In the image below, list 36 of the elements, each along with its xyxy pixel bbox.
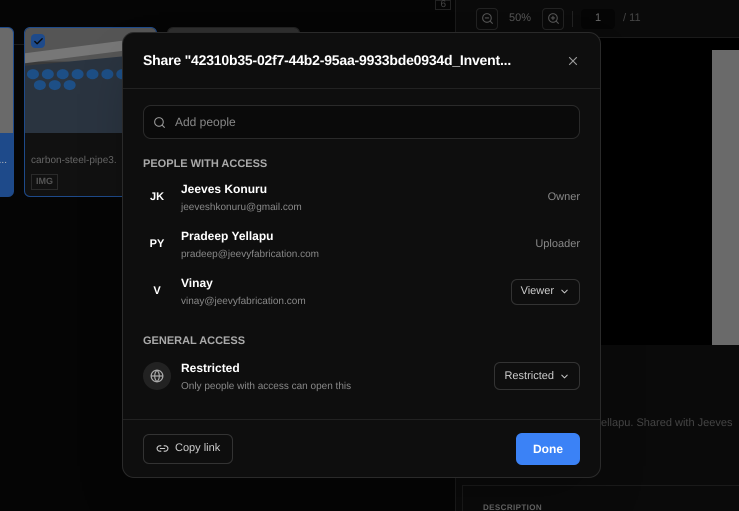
zoom-out-icon bbox=[480, 12, 494, 25]
section-heading: DESCRIPTION bbox=[483, 503, 542, 511]
access-title: Restricted bbox=[181, 360, 241, 376]
person-email: pradeep@jeevyfabrication.com bbox=[181, 248, 320, 262]
done-button[interactable]: Done bbox=[516, 432, 580, 464]
check-icon bbox=[32, 36, 44, 46]
avatar-initials: PY bbox=[148, 237, 166, 252]
copy-link-button[interactable]: Copy link bbox=[143, 434, 234, 464]
file-name: carbon-steel-pipe3. bbox=[31, 154, 117, 168]
globe-icon bbox=[143, 362, 171, 390]
access-description: Only people with access can open this bbox=[181, 380, 352, 394]
file-name: ... bbox=[0, 154, 7, 168]
person-email: vinay@jeevyfabrication.com bbox=[181, 295, 307, 309]
person-name: Pradeep Yellapu bbox=[181, 228, 274, 245]
access-dropdown[interactable]: Restricted bbox=[494, 362, 580, 390]
person-name: Jeeves Konuru bbox=[181, 181, 268, 198]
zoom-out-button[interactable] bbox=[476, 8, 498, 30]
role-label: Owner bbox=[548, 190, 580, 206]
file-type-tag: IMG bbox=[31, 174, 58, 190]
page-count: / 11 bbox=[623, 11, 641, 26]
zoom-level: 50% bbox=[508, 11, 532, 26]
checkbox[interactable] bbox=[31, 34, 45, 48]
zoom-in-button[interactable] bbox=[542, 8, 564, 30]
count-badge: 6 bbox=[435, 0, 451, 10]
section-heading: GENERAL ACCESS bbox=[143, 334, 246, 348]
page-input[interactable]: 1 bbox=[581, 8, 616, 28]
zoom-in-icon bbox=[546, 12, 560, 25]
avatar-initials: V bbox=[152, 284, 162, 300]
person-email: jeeveshkonuru@gmail.com bbox=[181, 201, 303, 215]
role-dropdown[interactable]: Viewer bbox=[510, 278, 580, 304]
sharing-note: ellapu. Shared with Jeeves bbox=[601, 416, 734, 431]
search-field[interactable]: Add people bbox=[143, 105, 580, 139]
search-icon bbox=[153, 116, 166, 129]
person-name: Vinay bbox=[181, 275, 214, 292]
role-label: Uploader bbox=[535, 237, 580, 252]
file-card[interactable]: ... bbox=[0, 27, 14, 197]
